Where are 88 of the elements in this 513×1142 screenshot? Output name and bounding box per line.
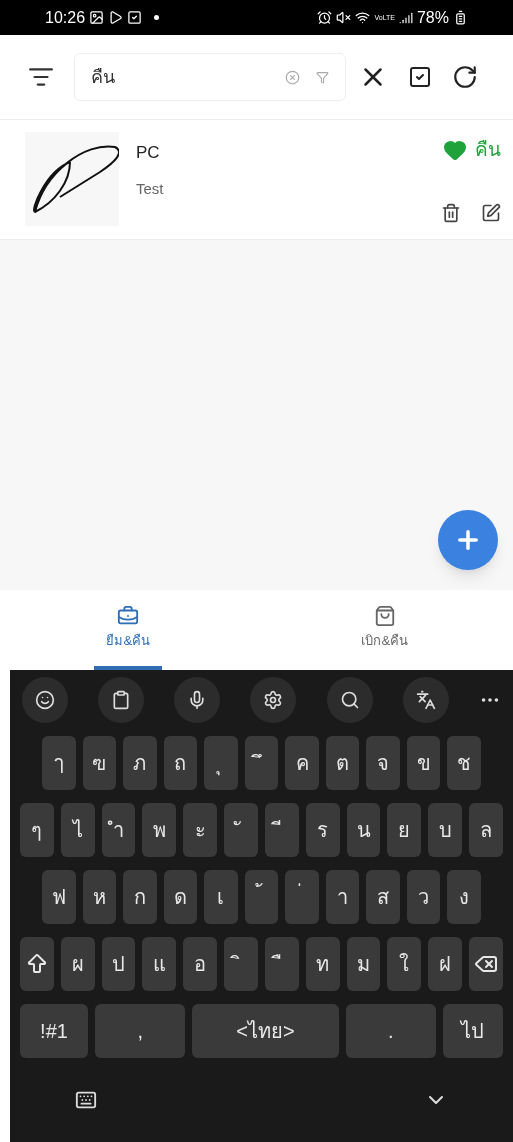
keyboard-icon[interactable]	[75, 1089, 97, 1111]
letter-key[interactable]: ด	[163, 870, 198, 924]
microphone-button[interactable]	[174, 677, 221, 723]
edit-icon[interactable]	[481, 203, 501, 223]
symbols-key[interactable]: !#1	[20, 1004, 88, 1058]
letter-key[interactable]: ิ	[224, 937, 258, 991]
delete-icon[interactable]	[441, 203, 461, 223]
letter-key[interactable]: เ	[204, 870, 238, 924]
wifi-icon	[355, 10, 371, 25]
check-icon	[127, 10, 143, 25]
letter-key[interactable]: แ	[142, 937, 177, 991]
play-icon	[108, 10, 124, 25]
letter-key[interactable]: อ	[183, 937, 218, 991]
go-key[interactable]: ไป	[443, 1004, 503, 1058]
bag-icon	[373, 605, 396, 628]
letter-key[interactable]: ึ	[244, 736, 279, 790]
letter-key[interactable]: ว	[406, 870, 441, 924]
letter-key[interactable]: ฃ	[82, 736, 117, 790]
letter-key[interactable]: ป	[101, 937, 136, 991]
battery-level: 78%	[416, 7, 449, 28]
battery-icon	[453, 10, 468, 25]
clipboard-icon	[111, 690, 132, 710]
nav-tab[interactable]: เบิก&คืน	[349, 590, 421, 670]
letter-key[interactable]: ฝ	[428, 937, 463, 991]
letter-key[interactable]: ต	[325, 736, 360, 790]
left-arrow-label: <	[236, 1019, 248, 1044]
letter-key[interactable]: ะ	[183, 803, 218, 857]
letter-key[interactable]: .	[345, 1004, 436, 1058]
letter-key[interactable]: ไ	[60, 803, 95, 857]
search-field[interactable]: คืน	[74, 53, 346, 101]
letter-key[interactable]: ถ	[163, 736, 198, 790]
settings-icon	[263, 690, 284, 710]
clock-time: 10:26	[45, 7, 86, 28]
letter-key[interactable]: ๅ	[42, 736, 76, 790]
letter-key[interactable]: จ	[366, 736, 400, 790]
settings-button[interactable]	[250, 677, 297, 723]
letter-key[interactable]: ้	[244, 870, 279, 924]
emoji-button[interactable]	[22, 677, 68, 723]
letter-key[interactable]: ย	[387, 803, 422, 857]
item-title: PC	[136, 142, 161, 164]
letter-key[interactable]: ๆ	[20, 803, 54, 857]
space-bar[interactable]: <ไทย>	[192, 1004, 339, 1058]
letter-key[interactable]: ล	[469, 803, 503, 857]
letter-key[interactable]: น	[346, 803, 381, 857]
shift-key[interactable]	[20, 937, 54, 991]
letter-key[interactable]: ,	[95, 1004, 186, 1058]
status-label: คืน	[475, 138, 501, 162]
letter-key[interactable]: ำ	[101, 803, 136, 857]
letter-key[interactable]: ส	[366, 870, 400, 924]
signal-icon	[398, 10, 413, 25]
letter-key[interactable]: ข	[406, 736, 441, 790]
alarm-icon	[317, 10, 333, 25]
letter-key[interactable]: า	[325, 870, 360, 924]
letter-key[interactable]: ุ	[204, 736, 238, 790]
letter-key[interactable]: ค	[285, 736, 319, 790]
letter-key[interactable]: ช	[447, 736, 481, 790]
letter-key[interactable]: พ	[142, 803, 177, 857]
letter-key[interactable]: ี	[264, 803, 299, 857]
translate-button[interactable]	[402, 677, 449, 723]
letter-key[interactable]: ร	[305, 803, 340, 857]
translate-icon	[415, 690, 436, 710]
clipboard-button[interactable]	[98, 677, 145, 723]
letter-key[interactable]: ผ	[60, 937, 95, 991]
right-arrow-label: >	[283, 1019, 295, 1044]
letter-key[interactable]: ก	[123, 870, 157, 924]
letter-key[interactable]: ภ	[123, 736, 157, 790]
search-input[interactable]: คืน	[91, 63, 269, 91]
image-icon	[89, 10, 105, 25]
letter-key[interactable]: ฟ	[42, 870, 76, 924]
letter-key[interactable]: บ	[428, 803, 463, 857]
letter-key[interactable]: ั	[224, 803, 258, 857]
item-subtitle: Test	[136, 178, 164, 199]
letter-key[interactable]: ื	[264, 937, 299, 991]
letter-key[interactable]: ่	[285, 870, 319, 924]
letter-key[interactable]: ห	[82, 870, 117, 924]
letter-key[interactable]: ใ	[387, 937, 422, 991]
mute-icon	[336, 10, 352, 25]
add-button[interactable]	[438, 510, 498, 570]
letter-key[interactable]: ง	[447, 870, 481, 924]
letter-key[interactable]: ม	[346, 937, 381, 991]
refresh-icon[interactable]	[452, 64, 478, 90]
backspace-key[interactable]	[469, 937, 503, 991]
language-label: ไทย	[248, 1019, 283, 1044]
select-all-icon[interactable]	[408, 65, 432, 89]
search-button[interactable]	[326, 677, 373, 723]
search-icon	[339, 690, 360, 710]
letter-key[interactable]: ท	[305, 937, 340, 991]
emoji-icon	[35, 690, 55, 710]
